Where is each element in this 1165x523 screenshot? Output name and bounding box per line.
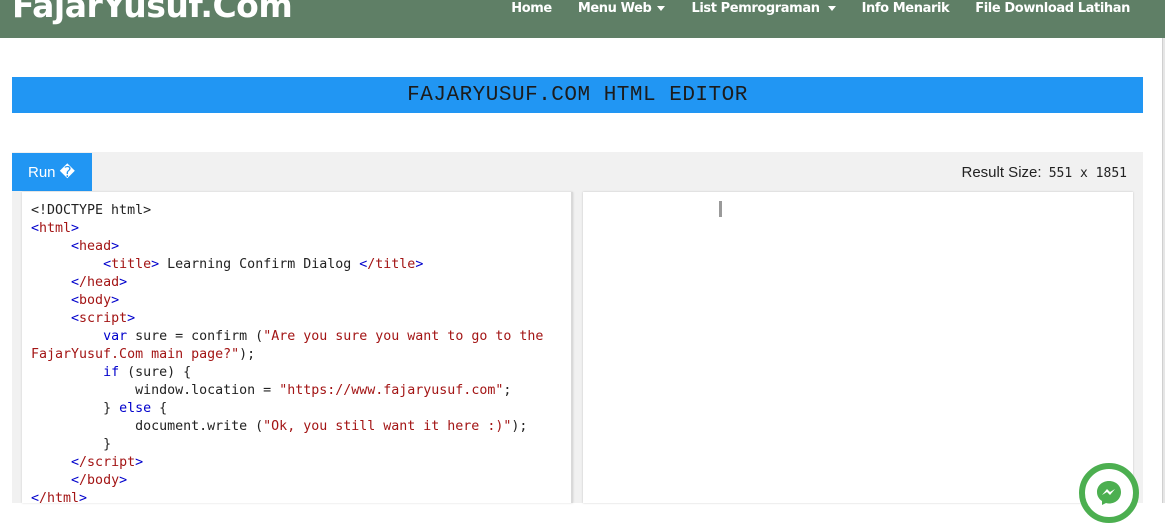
editor-title: FAJARYUSUF.COM HTML EDITOR	[407, 83, 748, 107]
code-line: }	[31, 436, 562, 454]
nav-item-info-menarik[interactable]: Info Menarik	[862, 0, 950, 17]
code-tag: html	[39, 221, 72, 236]
code-text: }	[103, 437, 112, 452]
top-navbar: FajarYusuf.Com Home Menu Web List Pemrog…	[0, 0, 1165, 38]
code-line: <title> Learning Confirm Dialog </title>	[103, 257, 424, 272]
code-tag: head	[79, 239, 112, 254]
site-brand[interactable]: FajarYusuf.Com	[12, 0, 293, 25]
nav-menu: Home Menu Web List Pemrograman Info Mena…	[511, 0, 1130, 20]
text-cursor	[719, 201, 722, 217]
nav-item-label: List Pemrograman	[691, 1, 820, 16]
code-keyword: if	[103, 365, 120, 380]
code-tag: /html	[39, 491, 80, 503]
code-text: }	[103, 401, 120, 416]
code-tag: script	[79, 311, 128, 326]
code-tag: /script	[79, 455, 136, 470]
nav-item-home[interactable]: Home	[511, 0, 552, 17]
code-tag: /body	[79, 473, 120, 488]
result-size: Result Size: 551 x 1851	[962, 164, 1128, 181]
code-text: document.write (	[135, 419, 264, 434]
code-text: window.location =	[135, 383, 280, 398]
code-line: } else {	[31, 400, 562, 418]
code-tag: body	[79, 293, 112, 308]
code-text: (sure) {	[119, 365, 192, 380]
nav-item-label: File Download Latihan	[975, 1, 1130, 16]
code-text: );	[511, 419, 528, 434]
code-text: ;	[503, 383, 512, 398]
code-line: <html>	[31, 221, 80, 236]
nav-item-label: Home	[511, 1, 552, 16]
chevron-down-icon	[827, 6, 836, 11]
result-size-value: 551 x 1851	[1048, 166, 1127, 181]
code-line: </script>	[71, 455, 144, 470]
code-tag: /title	[367, 257, 416, 272]
code-line: <script>	[71, 311, 136, 326]
result-frame[interactable]	[583, 192, 1133, 503]
run-button[interactable]: Run �	[12, 153, 92, 191]
code-text: {	[151, 401, 168, 416]
code-string: "https://www.fajaryusuf.com"	[279, 383, 504, 398]
editor-title-bar: FAJARYUSUF.COM HTML EDITOR	[12, 77, 1143, 113]
code-line: <body>	[71, 293, 120, 308]
messenger-icon	[1097, 481, 1121, 505]
nav-item-label: Info Menarik	[861, 1, 950, 16]
code-line: </body>	[71, 473, 128, 488]
code-text: Learning Confirm Dialog	[159, 257, 360, 272]
code-line: document.write ("Ok, you still want it h…	[31, 418, 562, 436]
code-text: );	[239, 347, 256, 362]
code-text: <!DOCTYPE html>	[31, 203, 152, 218]
code-keyword: else	[119, 401, 152, 416]
messenger-chat-button[interactable]	[1079, 463, 1139, 523]
code-editor[interactable]: <!DOCTYPE html> <html> <head> <title> Le…	[22, 192, 573, 503]
nav-item-label: Menu Web	[577, 1, 652, 16]
editor-panel: Run � Result Size: 551 x 1851 <!DOCTYPE …	[12, 152, 1143, 503]
code-text: sure = confirm (	[127, 329, 264, 344]
code-line: <head>	[71, 239, 120, 254]
nav-item-file-download[interactable]: File Download Latihan	[975, 0, 1130, 17]
code-tag: title	[111, 257, 152, 272]
code-line: <!DOCTYPE html>	[31, 202, 562, 220]
code-line: </head>	[71, 275, 128, 290]
nav-item-list-pemrograman[interactable]: List Pemrograman	[691, 0, 836, 17]
chevron-down-icon	[657, 6, 666, 11]
result-size-label: Result Size:	[961, 164, 1042, 181]
code-tag: /head	[79, 275, 120, 290]
code-line: window.location = "https://www.fajaryusu…	[31, 382, 562, 400]
code-string: "Ok, you still want it here :)"	[263, 419, 512, 434]
code-line: var sure = confirm ("Are you sure you wa…	[31, 328, 562, 364]
code-line: </html>	[31, 490, 562, 503]
editor-toolbar: Run � Result Size: 551 x 1851	[12, 152, 1143, 191]
code-keyword: var	[103, 329, 128, 344]
code-line: if (sure) {	[31, 364, 562, 382]
nav-item-menu-web[interactable]: Menu Web	[578, 0, 666, 17]
